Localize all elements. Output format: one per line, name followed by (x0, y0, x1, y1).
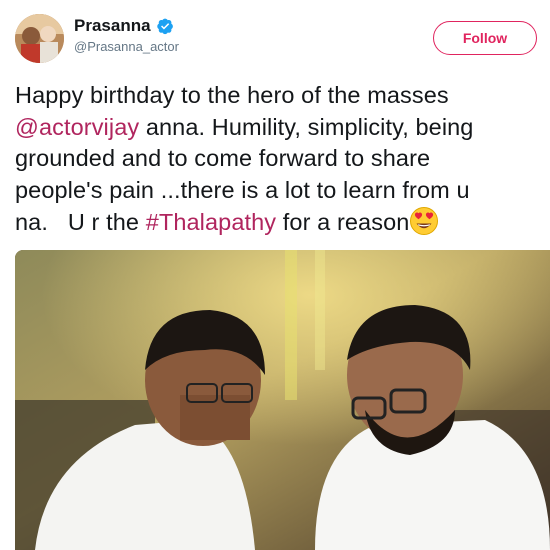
mention-link[interactable]: @actorvijay (15, 114, 139, 140)
user-handle[interactable]: @Prasanna_actor (74, 38, 179, 56)
tweet-line-4: people's pain ...there is a lot to learn… (15, 176, 470, 203)
display-name[interactable]: Prasanna (74, 16, 151, 36)
author-block: Prasanna @Prasanna_actor (74, 16, 179, 56)
hashtag-link[interactable]: #Thalapathy (146, 209, 276, 235)
tweet-line-5: na. U r the #Thalapathy for a reason (15, 206, 545, 239)
avatar-image (15, 14, 64, 63)
tweet-line-2-rest: anna. Humility, simplicity, being (139, 113, 474, 140)
tweet-line-5-pre: na. U r the (15, 209, 146, 235)
tweet-header: Prasanna @Prasanna_actor Follow (0, 0, 550, 72)
avatar[interactable] (15, 14, 64, 63)
tweet-text: Happy birthday to the hero of the masses… (15, 80, 545, 239)
tweet-line-2: @actorvijay anna. Humility, simplicity, … (15, 112, 545, 144)
heart-eyes-emoji-icon (409, 206, 439, 236)
photo-image (15, 250, 550, 550)
tweet-line-3: grounded and to come forward to share (15, 145, 431, 171)
verified-badge-icon (156, 17, 174, 35)
follow-button[interactable]: Follow (433, 21, 537, 55)
tweet-line-1: Happy birthday to the hero of the masses (15, 82, 449, 108)
tweet-photo[interactable] (15, 250, 550, 550)
tweet-line-5-post: for a reason (276, 209, 410, 235)
